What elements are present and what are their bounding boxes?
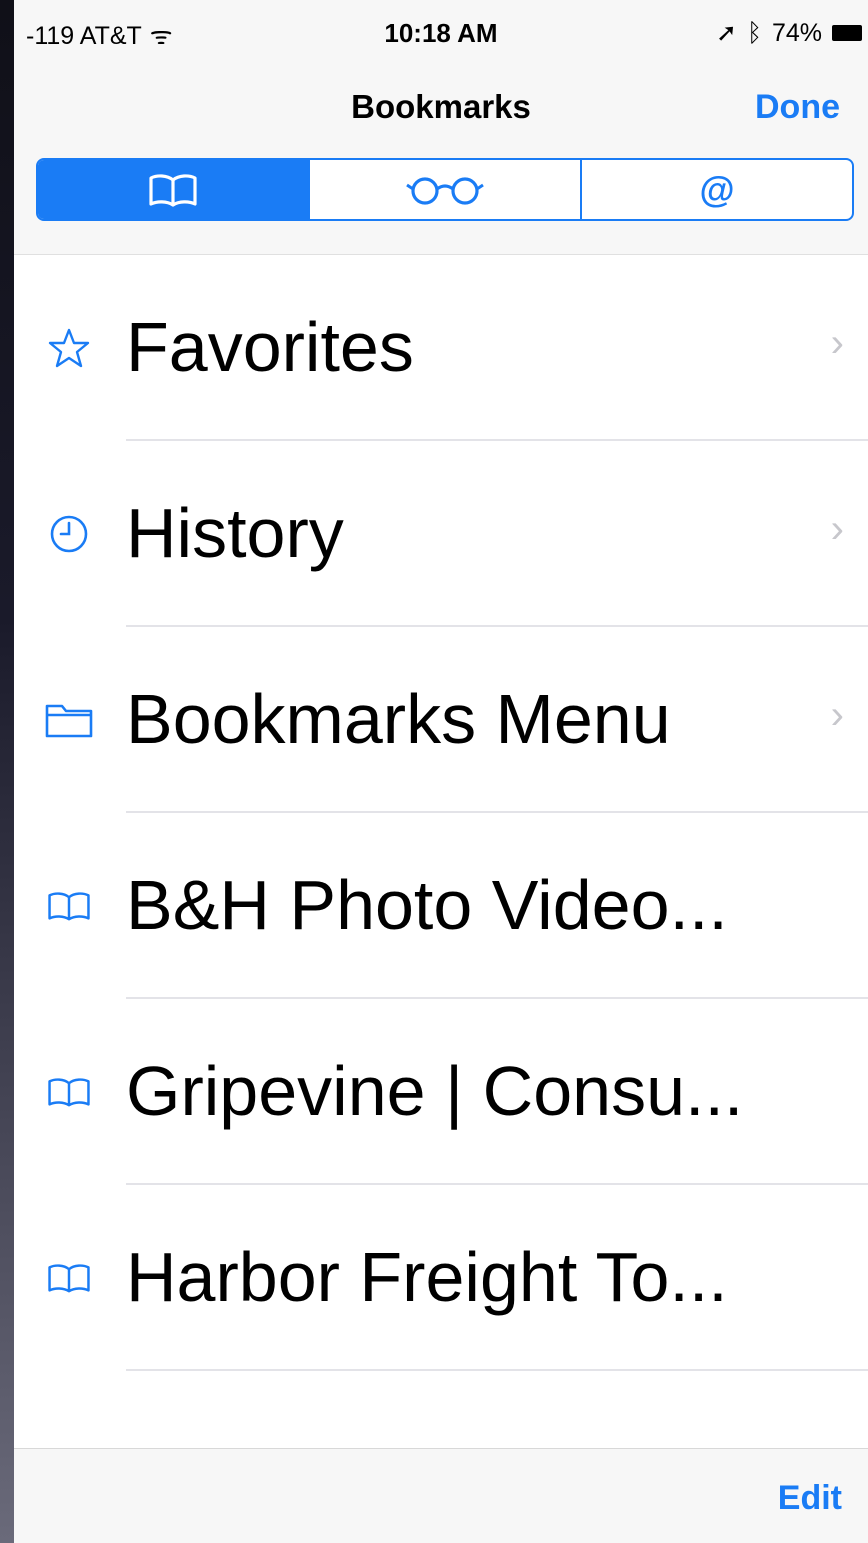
safari-bookmarks-screen: -119 AT&T ᯤ 10:18 AM ➚ ᛒ 74% Bookmarks Do… <box>14 0 868 1543</box>
bluetooth-icon: ᛒ <box>746 18 762 47</box>
page-title: Bookmarks <box>351 88 531 125</box>
star-icon <box>44 323 94 373</box>
bottom-toolbar: Edit <box>14 1448 868 1543</box>
navigation-bar: Bookmarks Done @ <box>14 68 868 255</box>
list-item-label: Harbor Freight To... <box>126 1238 728 1316</box>
folder-icon <box>44 695 94 745</box>
edit-button[interactable]: Edit <box>778 1479 842 1518</box>
at-symbol-icon: @ <box>699 168 735 210</box>
location-arrow-icon: ➚ <box>715 19 737 47</box>
tab-shared-links[interactable]: @ <box>582 160 852 219</box>
list-item-label: Favorites <box>126 308 414 386</box>
list-item-bookmark[interactable]: Harbor Freight To... <box>14 1185 868 1371</box>
clock-icon <box>44 509 94 559</box>
chevron-right-icon: › <box>830 693 844 737</box>
list-item-favorites[interactable]: Favorites › <box>14 255 868 441</box>
list-item-history[interactable]: History › <box>14 441 868 627</box>
bookmarks-segmented-control: @ <box>36 158 854 221</box>
device-bezel <box>0 0 14 1543</box>
list-item-bookmark[interactable]: B&H Photo Video... <box>14 813 868 999</box>
list-item-label: Gripevine | Consu... <box>126 1052 744 1130</box>
chevron-right-icon: › <box>830 507 844 551</box>
book-icon <box>44 881 94 931</box>
tab-reading-list[interactable] <box>310 160 582 219</box>
tab-bookmarks[interactable] <box>38 160 310 219</box>
status-indicators: ➚ ᛒ 74% <box>716 18 862 48</box>
list-item-bookmarks-menu[interactable]: Bookmarks Menu › <box>14 627 868 813</box>
book-icon <box>44 1067 94 1117</box>
list-item-label: Bookmarks Menu <box>126 680 671 758</box>
status-bar: -119 AT&T ᯤ 10:18 AM ➚ ᛒ 74% <box>14 0 868 68</box>
battery-percent: 74% <box>771 18 822 47</box>
book-icon <box>44 1253 94 1303</box>
done-button[interactable]: Done <box>755 88 840 127</box>
list-item-label: B&H Photo Video... <box>126 866 728 944</box>
chevron-right-icon: › <box>830 321 844 365</box>
list-item-label: History <box>126 494 344 572</box>
bookmarks-list: Favorites › History › Bookmarks Menu › B… <box>14 255 868 1543</box>
glasses-icon <box>405 173 485 207</box>
book-icon <box>147 172 199 208</box>
battery-icon <box>832 25 862 41</box>
list-item-bookmark[interactable]: Gripevine | Consu... <box>14 999 868 1185</box>
